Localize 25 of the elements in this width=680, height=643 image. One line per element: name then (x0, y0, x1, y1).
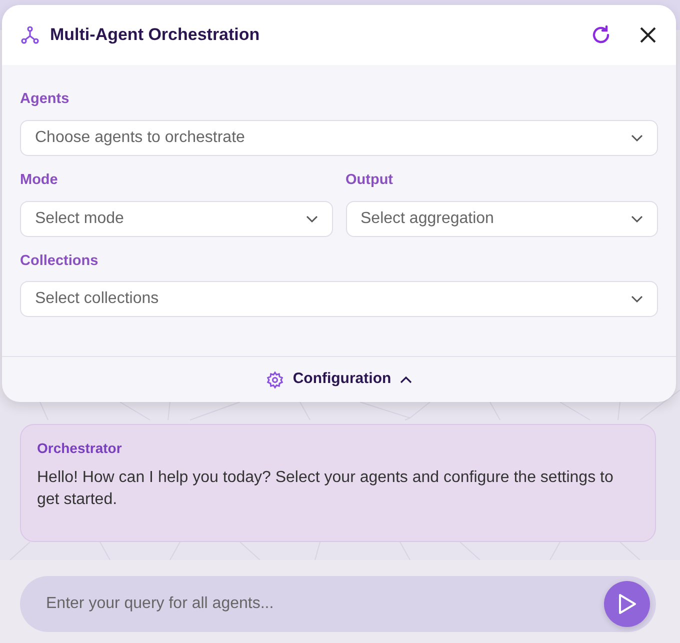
chevron-up-icon (400, 376, 412, 384)
field-label: Collections (20, 252, 98, 270)
field-label: Output (346, 170, 394, 190)
select-field[interactable]: Select aggregation (346, 200, 658, 236)
field-label: Mode (20, 170, 58, 190)
query-input[interactable]: Enter your query for all agents... (44, 591, 604, 617)
select-field[interactable]: Select collections (20, 281, 658, 318)
message-sender: Orchestrator (37, 439, 122, 458)
send-button[interactable] (604, 581, 650, 627)
chevron-down-icon (631, 295, 643, 304)
chevron-down-icon (631, 134, 643, 142)
chevron-down-icon (631, 214, 643, 222)
chevron-down-icon (306, 214, 318, 222)
refresh-button[interactable] (590, 24, 612, 46)
panel-title: Multi-Agent Orchestration (50, 24, 260, 46)
play-icon (617, 593, 637, 615)
field-label: Agents (20, 90, 70, 109)
configuration-toggle[interactable]: Configuration (266, 368, 412, 391)
select-field[interactable]: Select mode (20, 200, 332, 236)
gear-icon (266, 370, 284, 388)
close-button[interactable] (638, 25, 658, 45)
select-field[interactable]: Choose agents to orchestrate (20, 120, 658, 156)
query-field[interactable]: Enter your query for all agents... (20, 576, 656, 632)
message-text: Hello! How can I help you today? Select your agents and configure the settings to get started. (37, 468, 614, 510)
network-icon (20, 25, 40, 45)
